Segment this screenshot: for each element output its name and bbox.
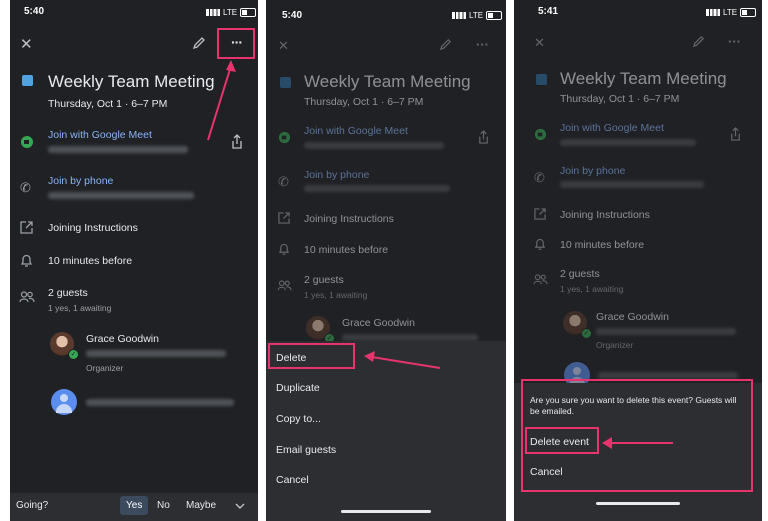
rsvp-no-button[interactable]: No	[157, 500, 170, 511]
event-time: Thursday, Oct 1 · 6–7 PM	[48, 98, 168, 110]
join-meet-link[interactable]: Join with Google Meet	[560, 122, 664, 134]
meet-url-redacted	[304, 142, 444, 149]
status-indicators: LTE	[206, 8, 257, 17]
phone-icon: ✆	[534, 170, 545, 185]
join-phone-link[interactable]: Join by phone	[48, 175, 113, 187]
calendar-color-swatch	[536, 74, 547, 85]
edit-icon[interactable]	[692, 35, 705, 48]
screen-more-menu: 5:40 LTE ✕ ··· Weekly Team Meeting Thurs…	[266, 0, 506, 521]
menu-copy-to[interactable]: Copy to...	[276, 413, 321, 425]
event-title: Weekly Team Meeting	[560, 69, 727, 88]
guests-count: 2 guests	[560, 268, 600, 280]
calendar-color-swatch	[280, 77, 291, 88]
rsvp-bar: Going? Yes No Maybe	[10, 493, 258, 521]
highlight-more-box	[217, 28, 255, 59]
people-icon	[533, 274, 548, 285]
more-icon[interactable]: ···	[728, 35, 741, 48]
screen-delete-confirm: 5:41 LTE ✕ ··· Weekly Team Meeting Thurs…	[514, 0, 762, 521]
organizer-name[interactable]: Grace Goodwin	[86, 333, 159, 345]
close-icon[interactable]: ✕	[20, 37, 33, 52]
phone-number-redacted	[48, 192, 194, 199]
open-link-icon	[20, 221, 33, 234]
home-indicator	[596, 502, 680, 505]
bell-icon	[534, 238, 546, 250]
open-link-icon	[278, 212, 290, 224]
screen-event-details: 5:40 LTE ✕ ··· Weekly Team Meeting Thurs…	[10, 0, 258, 521]
status-indicators: LTE	[706, 8, 757, 17]
status-time: 5:40	[282, 10, 303, 21]
people-icon	[19, 291, 35, 303]
menu-email-guests[interactable]: Email guests	[276, 444, 336, 456]
guests-status: 1 yes, 1 awaiting	[48, 303, 112, 313]
organizer-email-redacted	[596, 328, 736, 335]
accepted-check-icon: ✓	[581, 328, 592, 339]
status-time: 5:40	[24, 6, 45, 17]
calendar-color-swatch	[22, 75, 33, 86]
meet-icon	[21, 136, 33, 148]
organizer-name[interactable]: Grace Goodwin	[596, 311, 669, 323]
reminder-text: 10 minutes before	[304, 244, 389, 256]
guests-count: 2 guests	[48, 287, 88, 299]
guest-email-redacted	[86, 399, 234, 406]
organizer-role: Organizer	[86, 363, 124, 373]
reminder-text: 10 minutes before	[48, 255, 133, 267]
rsvp-maybe-button[interactable]: Maybe	[186, 500, 216, 511]
phone-icon: ✆	[20, 180, 31, 195]
joining-instructions[interactable]: Joining Instructions	[304, 213, 394, 225]
join-phone-link[interactable]: Join by phone	[304, 169, 369, 181]
people-icon	[277, 280, 292, 291]
phone-number-redacted	[560, 181, 704, 188]
guest-avatar[interactable]	[51, 389, 77, 415]
chevron-down-icon[interactable]	[235, 503, 245, 510]
event-time: Thursday, Oct 1 · 6–7 PM	[560, 93, 680, 105]
highlight-delete-box	[268, 343, 355, 369]
status-indicators: LTE	[452, 11, 503, 20]
guests-status: 1 yes, 1 awaiting	[304, 290, 368, 300]
organizer-email-redacted	[86, 350, 226, 357]
share-icon[interactable]	[230, 134, 244, 150]
organizer-email-redacted	[342, 334, 478, 341]
phone-number-redacted	[304, 185, 450, 192]
join-phone-link[interactable]: Join by phone	[560, 165, 625, 177]
going-label: Going?	[16, 500, 49, 511]
meet-icon	[278, 131, 291, 144]
more-icon[interactable]: ···	[476, 38, 489, 51]
event-title: Weekly Team Meeting	[304, 72, 471, 91]
join-meet-link[interactable]: Join with Google Meet	[48, 129, 152, 141]
pointer-arrow	[364, 351, 441, 369]
meet-icon	[534, 128, 547, 141]
guests-count: 2 guests	[304, 274, 344, 286]
open-link-icon	[534, 208, 546, 220]
meet-url-redacted	[48, 146, 188, 153]
menu-duplicate[interactable]: Duplicate	[276, 382, 320, 394]
guests-status: 1 yes, 1 awaiting	[560, 284, 624, 294]
joining-instructions[interactable]: Joining Instructions	[560, 209, 650, 221]
pointer-arrow	[602, 437, 673, 449]
close-icon[interactable]: ✕	[278, 39, 289, 52]
phone-icon: ✆	[278, 174, 289, 189]
accepted-check-icon: ✓	[68, 349, 79, 360]
organizer-name[interactable]: Grace Goodwin	[342, 317, 415, 329]
share-icon[interactable]	[729, 127, 742, 142]
meet-url-redacted	[560, 139, 696, 146]
edit-icon[interactable]	[439, 38, 452, 51]
reminder-text: 10 minutes before	[560, 239, 645, 251]
join-meet-link[interactable]: Join with Google Meet	[304, 125, 408, 137]
share-icon[interactable]	[477, 130, 490, 145]
joining-instructions[interactable]: Joining Instructions	[48, 222, 138, 234]
edit-icon[interactable]	[192, 36, 206, 50]
organizer-role: Organizer	[596, 340, 634, 350]
home-indicator	[341, 510, 431, 513]
event-time: Thursday, Oct 1 · 6–7 PM	[304, 96, 424, 108]
rsvp-yes-button[interactable]: Yes	[120, 496, 149, 515]
guest-email-redacted	[598, 372, 738, 379]
close-icon[interactable]: ✕	[534, 36, 545, 49]
bell-icon	[20, 254, 33, 267]
event-title: Weekly Team Meeting	[48, 72, 215, 91]
bell-icon	[278, 243, 290, 255]
highlight-delete-event-box	[525, 427, 599, 454]
menu-cancel[interactable]: Cancel	[276, 474, 309, 486]
pointer-arrow	[207, 60, 236, 141]
status-time: 5:41	[538, 6, 559, 17]
